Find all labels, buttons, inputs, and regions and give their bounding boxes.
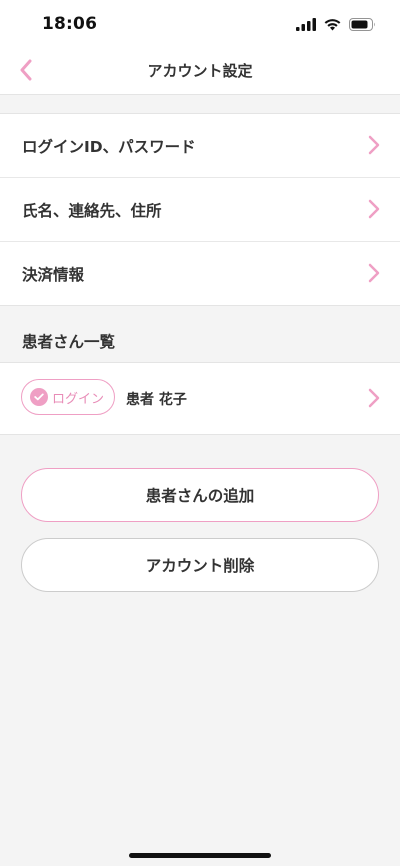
cellular-signal-icon xyxy=(296,17,316,31)
chevron-right-icon xyxy=(368,388,380,408)
navigation-bar: アカウント設定 xyxy=(0,46,400,95)
delete-account-button[interactable]: アカウント削除 xyxy=(21,538,379,592)
menu-item-label: 氏名、連絡先、住所 xyxy=(22,202,162,220)
patient-name: 患者 花子 xyxy=(126,392,187,408)
chevron-right-icon xyxy=(368,263,380,283)
page-title: アカウント設定 xyxy=(147,62,253,80)
patient-row[interactable]: ログイン 患者 花子 xyxy=(0,363,400,434)
patient-list: ログイン 患者 花子 xyxy=(0,362,400,435)
login-badge-label: ログイン xyxy=(52,391,105,407)
check-circle-icon xyxy=(30,388,48,406)
menu-item-login-credentials[interactable]: ログインID、パスワード xyxy=(0,114,400,178)
menu-item-payment-info[interactable]: 決済情報 xyxy=(0,242,400,305)
wifi-icon xyxy=(324,18,341,30)
add-patient-button[interactable]: 患者さんの追加 xyxy=(21,468,379,522)
login-status-badge: ログイン xyxy=(21,379,115,415)
status-time: 18:06 xyxy=(42,14,98,34)
menu-item-contact-info[interactable]: 氏名、連絡先、住所 xyxy=(0,178,400,242)
chevron-right-icon xyxy=(368,199,380,219)
status-bar: 18:06 xyxy=(0,0,400,46)
home-indicator xyxy=(129,853,271,858)
account-menu: ログインID、パスワード 氏名、連絡先、住所 決済情報 xyxy=(0,113,400,306)
status-icons xyxy=(296,16,376,32)
menu-item-label: ログインID、パスワード xyxy=(22,138,196,156)
patient-list-header: 患者さん一覧 xyxy=(22,333,116,351)
chevron-right-icon xyxy=(368,135,380,155)
battery-icon xyxy=(349,17,375,31)
menu-item-label: 決済情報 xyxy=(22,266,85,284)
